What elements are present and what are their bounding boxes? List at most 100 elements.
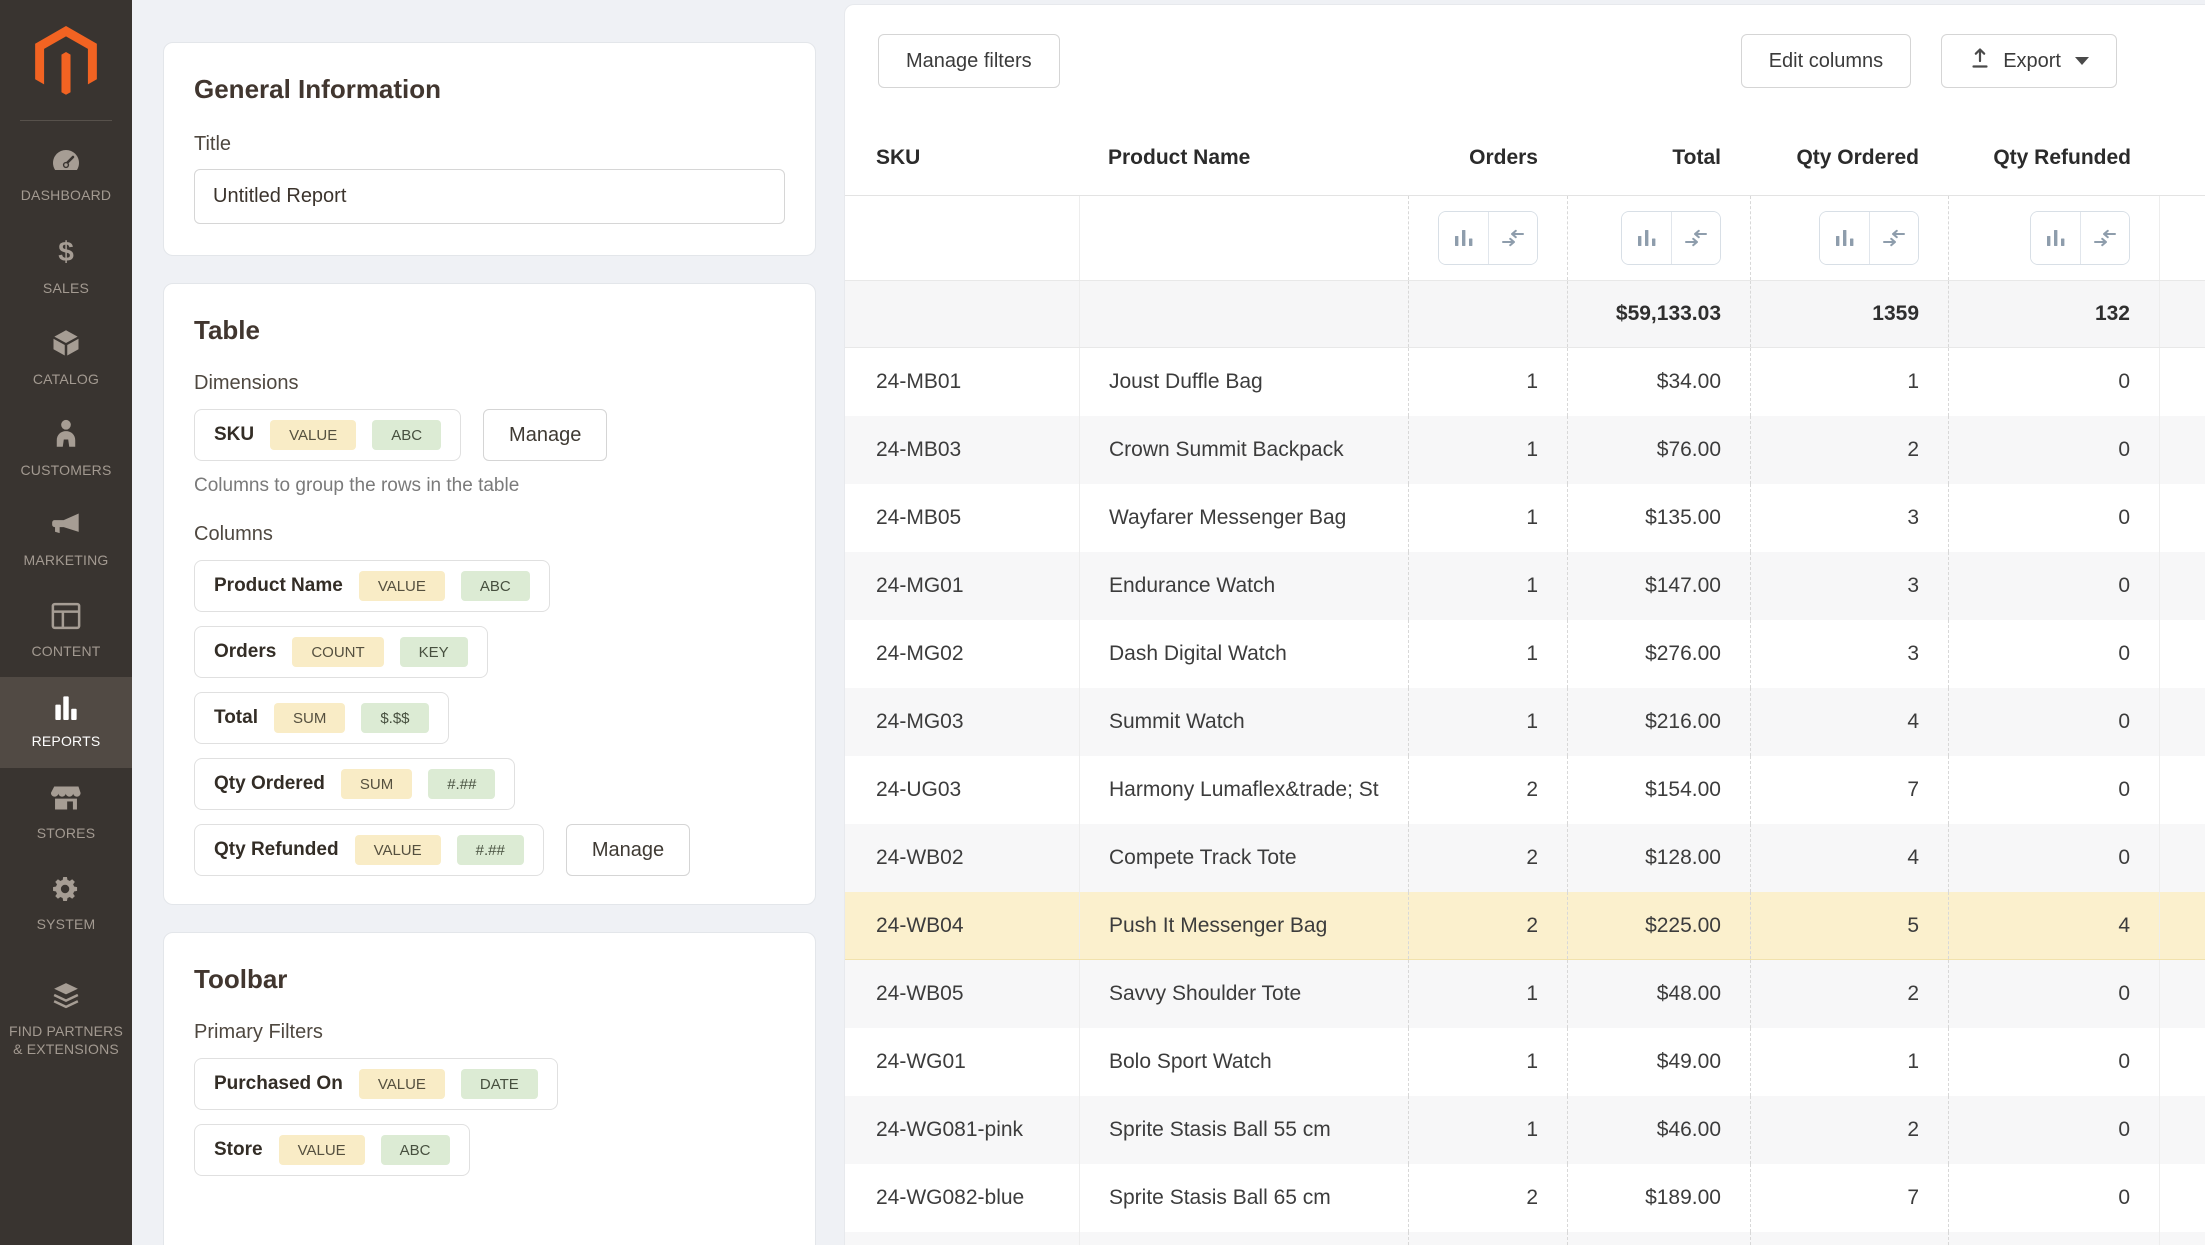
table-row[interactable]: 24-MB01 Joust Duffle Bag 1 $34.00 1 0 xyxy=(845,348,2205,416)
sidebar-item-reports[interactable]: REPORTS xyxy=(0,677,132,768)
cell-total: $154.00 xyxy=(1567,756,1750,824)
column-view-toggle xyxy=(1438,211,1538,265)
table-row[interactable]: 24-MG02 Dash Digital Watch 1 $276.00 3 0 xyxy=(845,620,2205,688)
bar-chart-icon[interactable] xyxy=(2031,212,2080,264)
table-row[interactable]: 24-MG03 Summit Watch 1 $216.00 4 0 xyxy=(845,688,2205,756)
export-button[interactable]: Export xyxy=(1941,34,2117,88)
totals-cell-orders xyxy=(1408,281,1567,347)
cell-orders: 1 xyxy=(1408,960,1567,1028)
cell-sku: 24-MB05 xyxy=(876,506,962,529)
cell-qty-ordered: 3 xyxy=(1750,552,1948,620)
column-chip-orders[interactable]: Orders COUNT KEY xyxy=(194,626,488,678)
primary-filters-list: Purchased On VALUE DATE Store VALUE ABC xyxy=(194,1058,785,1176)
compress-arrows-icon[interactable] xyxy=(1488,212,1537,264)
compress-arrows-icon[interactable] xyxy=(1869,212,1918,264)
report-title-input[interactable] xyxy=(194,169,785,224)
column-header-total[interactable]: Total xyxy=(1567,121,1750,195)
compress-arrows-icon[interactable] xyxy=(2080,212,2129,264)
manage-filters-button[interactable]: Manage filters xyxy=(878,34,1060,88)
cell-qty-ordered: 2 xyxy=(1750,960,1948,1028)
column-header-qty-ordered[interactable]: Qty Ordered xyxy=(1750,121,1948,195)
column-chip-product-name[interactable]: Product Name VALUE ABC xyxy=(194,560,550,612)
sidebar-item-stores[interactable]: STORES xyxy=(0,768,132,859)
table-totals-row: $59,133.03 1359 132 xyxy=(845,281,2205,348)
bar-chart-icon[interactable] xyxy=(1820,212,1869,264)
title-label: Title xyxy=(194,133,232,155)
content-icon xyxy=(51,602,81,635)
format-badge: KEY xyxy=(399,637,468,667)
cell-orders: 1 xyxy=(1408,1028,1567,1096)
table-row[interactable]: 24-MB05 Wayfarer Messenger Bag 1 $135.00 3 0 xyxy=(845,484,2205,552)
manage-dimensions-button[interactable]: Manage xyxy=(483,409,608,461)
cell-product-name: Joust Duffle Bag xyxy=(1079,348,1408,416)
column-chip-row: Total SUM $.$$ xyxy=(194,692,785,744)
format-badge: $.$$ xyxy=(361,703,429,733)
manage-columns-button[interactable]: Manage xyxy=(565,824,691,876)
cell-product-name: Crown Summit Backpack xyxy=(1079,416,1408,484)
filter-cell-product-name xyxy=(1079,196,1408,280)
sidebar-item-sales[interactable]: $ SALES xyxy=(0,222,132,313)
cell-sku: 24-WG01 xyxy=(876,1050,966,1073)
cell-qty-refunded: 0 xyxy=(1948,1028,2160,1096)
table-row[interactable]: 24-WG081-pink Sprite Stasis Ball 55 cm 1 $4… xyxy=(845,1096,2205,1164)
totals-cell-total: $59,133.03 xyxy=(1567,281,1750,347)
column-header-qty-refunded[interactable]: Qty Refunded xyxy=(1948,121,2160,195)
reports-icon xyxy=(53,694,79,725)
column-header-product-name[interactable]: Product Name xyxy=(1079,121,1408,195)
magento-logo-icon[interactable] xyxy=(0,0,132,98)
chip-label: Purchased On xyxy=(214,1073,343,1094)
sidebar-item-label: CATALOG xyxy=(32,371,100,388)
sidebar-item-content[interactable]: CONTENT xyxy=(0,586,132,677)
chip-label: Qty Refunded xyxy=(214,839,339,860)
sidebar-item-catalog[interactable]: CATALOG xyxy=(0,313,132,404)
filter-cell-sku xyxy=(845,196,1079,280)
cell-qty-refunded: 0 xyxy=(1948,1164,2160,1232)
table-row[interactable]: 24-WB02 Compete Track Tote 2 $128.00 4 0 xyxy=(845,824,2205,892)
cell-sku: 24-MG01 xyxy=(876,574,964,597)
type-badge: SUM xyxy=(273,703,346,733)
sidebar-item-system[interactable]: SYSTEM xyxy=(0,859,132,950)
dimension-chip-sku[interactable]: SKU VALUE ABC xyxy=(194,409,462,461)
type-badge: SUM xyxy=(340,769,413,799)
column-header-orders[interactable]: Orders xyxy=(1408,121,1567,195)
report-toolbar: Manage filters Edit columns Export xyxy=(845,5,2205,88)
cell-product-name: Endurance Watch xyxy=(1079,552,1408,620)
chip-label: Store xyxy=(214,1139,263,1160)
cell-sku: 24-WG081-pink xyxy=(876,1118,1024,1141)
sidebar-item-label: SYSTEM xyxy=(36,916,96,933)
table-row[interactable]: 24-MB03 Crown Summit Backpack 1 $76.00 2 0 xyxy=(845,416,2205,484)
filter-chip-store[interactable]: Store VALUE ABC xyxy=(194,1124,470,1176)
cell-qty-refunded: 0 xyxy=(1948,620,2160,688)
cell-qty-ordered: 4 xyxy=(1750,688,1948,756)
column-chip-qty-ordered[interactable]: Qty Ordered SUM #.## xyxy=(194,758,516,810)
stores-icon xyxy=(50,784,81,817)
cell-qty-ordered: 1 xyxy=(1750,1028,1948,1096)
sidebar-item-customers[interactable]: CUSTOMERS xyxy=(0,404,132,495)
table-row[interactable]: 24-MG01 Endurance Watch 1 $147.00 3 0 xyxy=(845,552,2205,620)
system-icon xyxy=(52,875,80,908)
table-row[interactable]: 24-WB05 Savvy Shoulder Tote 1 $48.00 2 0 xyxy=(845,960,2205,1028)
edit-columns-button[interactable]: Edit columns xyxy=(1740,34,1912,88)
filter-cell-qty-ordered xyxy=(1750,196,1948,280)
dimensions-label: Dimensions xyxy=(194,372,299,394)
table-row[interactable]: 24-WB04 Push It Messenger Bag 2 $225.00 5 4 xyxy=(845,892,2205,960)
table-row[interactable]: 24-WG01 Bolo Sport Watch 1 $49.00 1 0 xyxy=(845,1028,2205,1096)
cell-total: $225.00 xyxy=(1567,892,1750,959)
type-badge: VALUE xyxy=(358,1069,445,1099)
table-row[interactable]: 24-WG082-blue Sprite Stasis Ball 65 cm 2 $1… xyxy=(845,1164,2205,1232)
cell-product-name: Sprite Stasis Ball 55 cm xyxy=(1079,1096,1408,1164)
compress-arrows-icon[interactable] xyxy=(1671,212,1720,264)
bar-chart-icon[interactable] xyxy=(1439,212,1488,264)
bar-chart-icon[interactable] xyxy=(1622,212,1671,264)
table-row[interactable]: 24-UG03 Harmony Lumaflex&trade; St 2 $154.0… xyxy=(845,756,2205,824)
sidebar-item-find-partners[interactable]: FIND PARTNERS & EXTENSIONS xyxy=(0,968,132,1070)
column-chip-total[interactable]: Total SUM $.$$ xyxy=(194,692,449,744)
cell-product-name: Sprite Stasis Ball 65 cm xyxy=(1079,1164,1408,1232)
cell-qty-refunded: 0 xyxy=(1948,484,2160,552)
column-header-sku[interactable]: SKU xyxy=(845,121,1079,195)
column-chip-qty-refunded[interactable]: Qty Refunded VALUE #.## xyxy=(194,824,544,876)
totals-cell-product-name xyxy=(1079,281,1408,347)
filter-chip-purchased-on[interactable]: Purchased On VALUE DATE xyxy=(194,1058,558,1110)
sidebar-item-marketing[interactable]: MARKETING xyxy=(0,495,132,586)
sidebar-item-dashboard[interactable]: DASHBOARD xyxy=(0,131,132,222)
